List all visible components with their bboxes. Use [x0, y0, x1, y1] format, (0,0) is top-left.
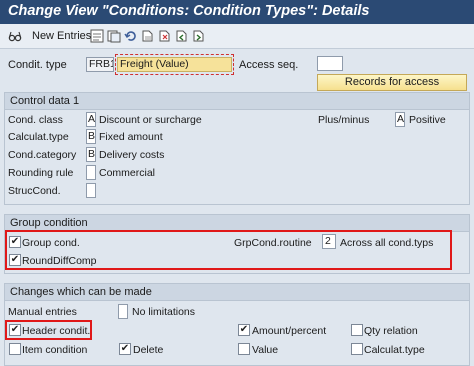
- amount-percent-checkbox[interactable]: ✔: [238, 324, 250, 336]
- grpcond-routine-text: Across all cond.typs: [340, 237, 434, 249]
- cond-class-text: Discount or surcharge: [99, 114, 202, 126]
- condit-type-name-field[interactable]: Freight (Value): [117, 57, 232, 72]
- delete-label: Delete: [133, 344, 164, 356]
- grpcond-routine-field[interactable]: 2: [322, 234, 336, 249]
- application-toolbar: New Entries: [0, 24, 474, 49]
- condit-type-code-field[interactable]: FRB1: [86, 57, 114, 72]
- cond-class-field[interactable]: A: [86, 112, 96, 127]
- records-for-access-button[interactable]: Records for access: [317, 74, 467, 91]
- control-data-heading: Control data 1: [5, 93, 469, 110]
- header-condit-checkbox[interactable]: ✔: [9, 324, 21, 336]
- value-checkbox[interactable]: [238, 343, 250, 355]
- round-diff-comp-checkbox[interactable]: ✔: [9, 254, 21, 266]
- qty-relation-label: Qty relation: [364, 325, 418, 337]
- group-cond-checkbox[interactable]: ✔: [9, 236, 21, 248]
- round-diff-comp-label: RoundDiffComp: [22, 255, 97, 267]
- rounding-rule-field[interactable]: [86, 165, 96, 180]
- copy-icon[interactable]: [141, 29, 155, 43]
- condit-type-label: Condit. type: [8, 59, 67, 71]
- previous-entry-icon[interactable]: [175, 29, 189, 43]
- plus-minus-field[interactable]: A: [395, 112, 405, 127]
- cond-class-label: Cond. class: [8, 114, 63, 126]
- qty-relation-checkbox[interactable]: [351, 324, 363, 336]
- calculat-type-change-label: Calculat.type: [364, 344, 425, 356]
- plus-minus-text: Positive: [409, 114, 446, 126]
- access-seq-label: Access seq.: [239, 59, 299, 71]
- grpcond-routine-label: GrpCond.routine: [234, 237, 312, 249]
- delete-icon[interactable]: [158, 29, 172, 43]
- item-condition-label: Item condition: [22, 344, 88, 356]
- changes-heading: Changes which can be made: [5, 284, 469, 301]
- rounding-rule-text: Commercial: [99, 167, 156, 179]
- glasses-icon[interactable]: [8, 29, 22, 43]
- manual-entries-field[interactable]: [118, 304, 128, 319]
- back-icon[interactable]: [107, 29, 121, 43]
- window-title: Change View "Conditions: Condition Types…: [0, 0, 474, 24]
- group-cond-label: Group cond.: [22, 237, 80, 249]
- undo-icon[interactable]: [124, 29, 138, 43]
- next-entry-icon[interactable]: [192, 29, 206, 43]
- cond-category-field[interactable]: B: [86, 147, 96, 162]
- plus-minus-label: Plus/minus: [318, 114, 370, 126]
- access-seq-field[interactable]: [317, 56, 343, 71]
- save-icon[interactable]: [90, 29, 104, 43]
- calculat-type-field[interactable]: B: [86, 129, 96, 144]
- cond-category-label: Cond.category: [8, 149, 77, 161]
- struc-cond-label: StrucCond.: [8, 185, 61, 197]
- rounding-rule-label: Rounding rule: [8, 167, 74, 179]
- calculat-type-text: Fixed amount: [99, 131, 163, 143]
- calculat-type-checkbox[interactable]: [351, 343, 363, 355]
- cond-category-text: Delivery costs: [99, 149, 165, 161]
- item-condition-checkbox[interactable]: [9, 343, 21, 355]
- manual-entries-label: Manual entries: [8, 306, 77, 318]
- delete-checkbox[interactable]: ✔: [119, 343, 131, 355]
- new-entries-button[interactable]: New Entries: [32, 30, 91, 42]
- calculat-type-label: Calculat.type: [8, 131, 69, 143]
- struc-cond-field[interactable]: [86, 183, 96, 198]
- value-label: Value: [252, 344, 279, 356]
- header-condit-label: Header condit.: [22, 325, 91, 337]
- amount-percent-label: Amount/percent: [252, 325, 327, 337]
- manual-entries-text: No limitations: [132, 306, 196, 318]
